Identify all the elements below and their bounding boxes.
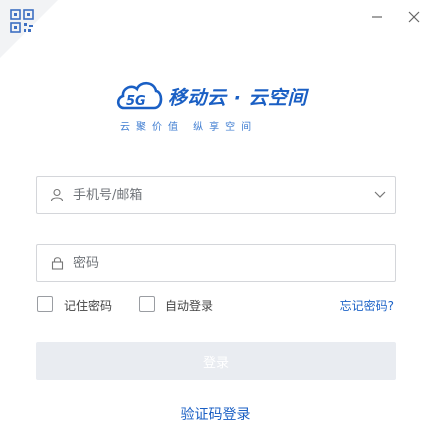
qr-code-login-toggle[interactable] xyxy=(9,8,43,42)
brand-logo: 5G 移动云 · 云空间 xyxy=(114,76,326,116)
close-icon xyxy=(408,11,420,23)
minimize-icon xyxy=(372,16,382,18)
chevron-down-icon xyxy=(374,191,386,198)
account-input[interactable] xyxy=(73,177,365,213)
auto-login-label[interactable]: 自动登录 xyxy=(165,297,213,314)
qr-code-icon xyxy=(10,9,34,33)
brand-slogan: 云聚价值 纵享空间 xyxy=(120,122,258,133)
login-button[interactable]: 登录 xyxy=(36,342,396,380)
password-field[interactable] xyxy=(36,244,396,282)
account-dropdown-button[interactable] xyxy=(365,177,395,213)
brand-badge: 5G xyxy=(126,94,146,109)
remember-password-checkbox[interactable] xyxy=(37,296,53,312)
lock-icon xyxy=(49,255,65,271)
close-button[interactable] xyxy=(403,6,425,28)
minimize-button[interactable] xyxy=(366,6,388,28)
password-input[interactable] xyxy=(73,245,395,281)
sms-code-login-link[interactable]: 验证码登录 xyxy=(0,404,431,424)
cloud-logo-icon: 5G xyxy=(116,81,163,110)
auto-login-checkbox[interactable] xyxy=(139,296,155,312)
forgot-password-link[interactable]: 忘记密码? xyxy=(340,297,394,314)
remember-password-label[interactable]: 记住密码 xyxy=(64,297,112,314)
account-field[interactable] xyxy=(36,176,396,214)
login-options: 记住密码 自动登录 忘记密码? xyxy=(36,296,396,316)
brand-name: 移动云 · 云空间 xyxy=(168,86,307,109)
user-icon xyxy=(49,187,65,203)
